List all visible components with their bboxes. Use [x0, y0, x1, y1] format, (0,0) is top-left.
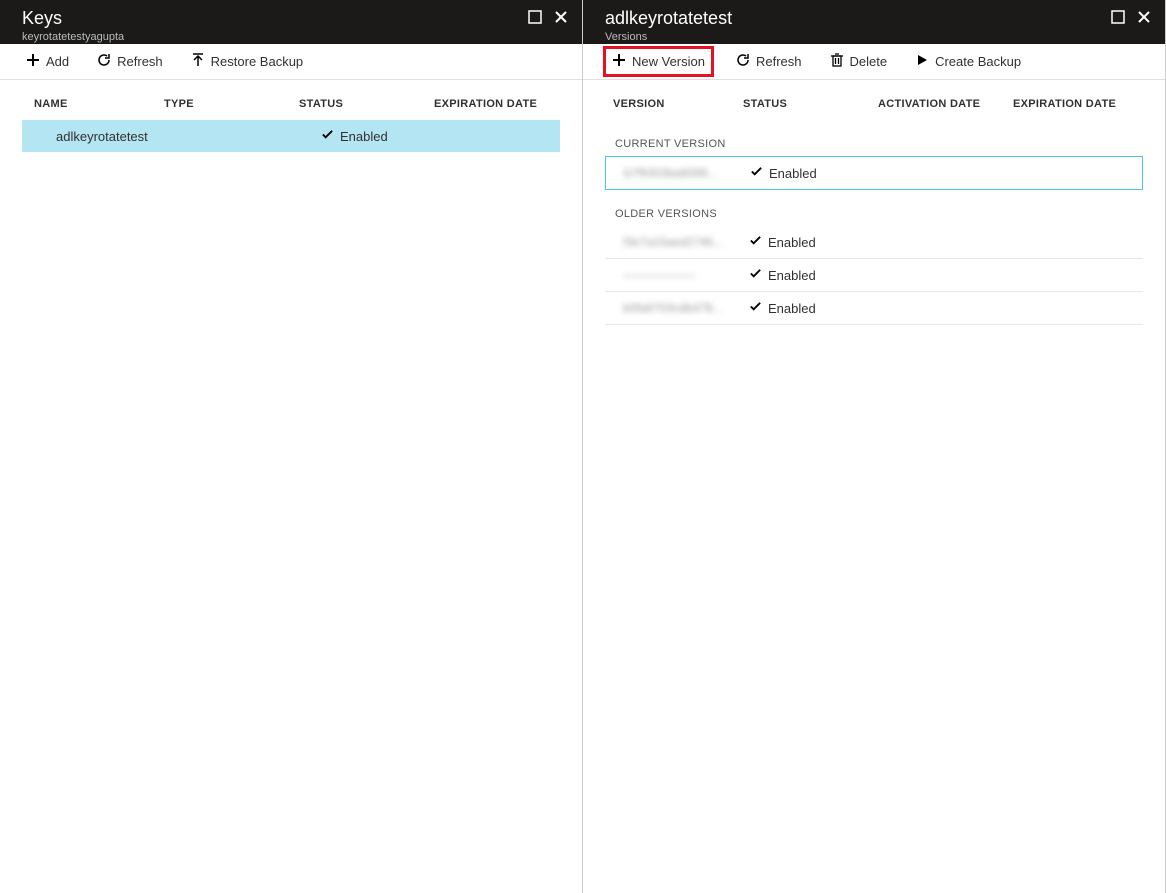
- version-status-cell: Enabled: [749, 300, 1133, 316]
- versions-title: adlkeyrotatetest: [605, 8, 732, 28]
- keys-blade: Keys keyrotatetestyagupta Add Refresh Re…: [0, 0, 583, 893]
- version-status: Enabled: [768, 235, 816, 250]
- version-status-cell: Enabled: [750, 165, 1132, 181]
- check-icon: [321, 128, 334, 144]
- check-icon: [750, 165, 763, 181]
- col-status: STATUS: [743, 98, 878, 110]
- versions-window-controls: [1111, 8, 1151, 24]
- versions-blade: adlkeyrotatetest Versions New Version Re…: [583, 0, 1166, 893]
- refresh-label: Refresh: [117, 54, 163, 69]
- versions-blade-header: adlkeyrotatetest Versions: [583, 0, 1165, 44]
- refresh-label: Refresh: [756, 54, 802, 69]
- add-button[interactable]: Add: [20, 49, 75, 74]
- add-label: Add: [46, 54, 69, 69]
- col-activation: ACTIVATION DATE: [878, 98, 1013, 110]
- version-status-cell: Enabled: [749, 234, 1133, 250]
- restore-label: Restore Backup: [211, 54, 304, 69]
- version-id: ——————: [623, 268, 749, 282]
- delete-label: Delete: [850, 54, 888, 69]
- older-version-row[interactable]: —————— Enabled: [605, 259, 1143, 292]
- older-version-row[interactable]: f3e7a15aed2746... Enabled: [605, 226, 1143, 259]
- create-backup-button[interactable]: Create Backup: [909, 49, 1027, 74]
- older-version-row[interactable]: b0fa6703cdb478... Enabled: [605, 292, 1143, 325]
- version-id: f3e7a15aed2746...: [623, 235, 749, 249]
- version-id: b7f9303ba6099...: [624, 166, 750, 180]
- new-version-button[interactable]: New Version: [603, 46, 714, 77]
- col-type: TYPE: [164, 98, 299, 110]
- col-name: NAME: [34, 98, 164, 110]
- play-icon: [915, 53, 929, 70]
- create-backup-label: Create Backup: [935, 54, 1021, 69]
- key-status: Enabled: [340, 129, 388, 144]
- check-icon: [749, 300, 762, 316]
- refresh-icon: [97, 53, 111, 70]
- version-status-cell: Enabled: [749, 267, 1133, 283]
- version-status: Enabled: [768, 268, 816, 283]
- col-status: STATUS: [299, 98, 434, 110]
- col-version: VERSION: [613, 98, 743, 110]
- refresh-icon: [736, 53, 750, 70]
- refresh-button[interactable]: Refresh: [730, 49, 808, 74]
- version-id: b0fa6703cdb478...: [623, 301, 749, 315]
- close-icon[interactable]: [554, 10, 568, 24]
- restore-icon: [191, 53, 205, 70]
- versions-table-header: VERSION STATUS ACTIVATION DATE EXPIRATIO…: [583, 80, 1165, 120]
- plus-icon: [26, 53, 40, 70]
- delete-button[interactable]: Delete: [824, 49, 894, 74]
- key-status-cell: Enabled: [321, 128, 436, 144]
- older-versions-label: OLDER VERSIONS: [583, 190, 1165, 226]
- restore-backup-button[interactable]: Restore Backup: [185, 49, 310, 74]
- maximize-icon[interactable]: [1111, 10, 1125, 24]
- check-icon: [749, 267, 762, 283]
- refresh-button[interactable]: Refresh: [91, 49, 169, 74]
- col-expiration: EXPIRATION DATE: [434, 98, 572, 110]
- versions-toolbar: New Version Refresh Delete Create Backup: [583, 44, 1165, 80]
- maximize-icon[interactable]: [528, 10, 542, 24]
- col-expiration: EXPIRATION DATE: [1013, 98, 1155, 110]
- keys-subtitle: keyrotatetestyagupta: [22, 30, 124, 44]
- key-name: adlkeyrotatetest: [56, 129, 186, 144]
- keys-title: Keys: [22, 8, 124, 28]
- version-status: Enabled: [768, 301, 816, 316]
- key-row[interactable]: adlkeyrotatetest Enabled: [22, 120, 560, 152]
- keys-toolbar: Add Refresh Restore Backup: [0, 44, 582, 80]
- new-version-label: New Version: [632, 54, 705, 69]
- keys-window-controls: [528, 8, 568, 24]
- versions-subtitle: Versions: [605, 30, 732, 44]
- check-icon: [749, 234, 762, 250]
- version-status: Enabled: [769, 166, 817, 181]
- current-version-label: CURRENT VERSION: [583, 120, 1165, 156]
- close-icon[interactable]: [1137, 10, 1151, 24]
- trash-icon: [830, 53, 844, 70]
- keys-blade-header: Keys keyrotatetestyagupta: [0, 0, 582, 44]
- current-version-row[interactable]: b7f9303ba6099... Enabled: [605, 156, 1143, 190]
- plus-icon: [612, 53, 626, 70]
- keys-table-header: NAME TYPE STATUS EXPIRATION DATE: [0, 80, 582, 120]
